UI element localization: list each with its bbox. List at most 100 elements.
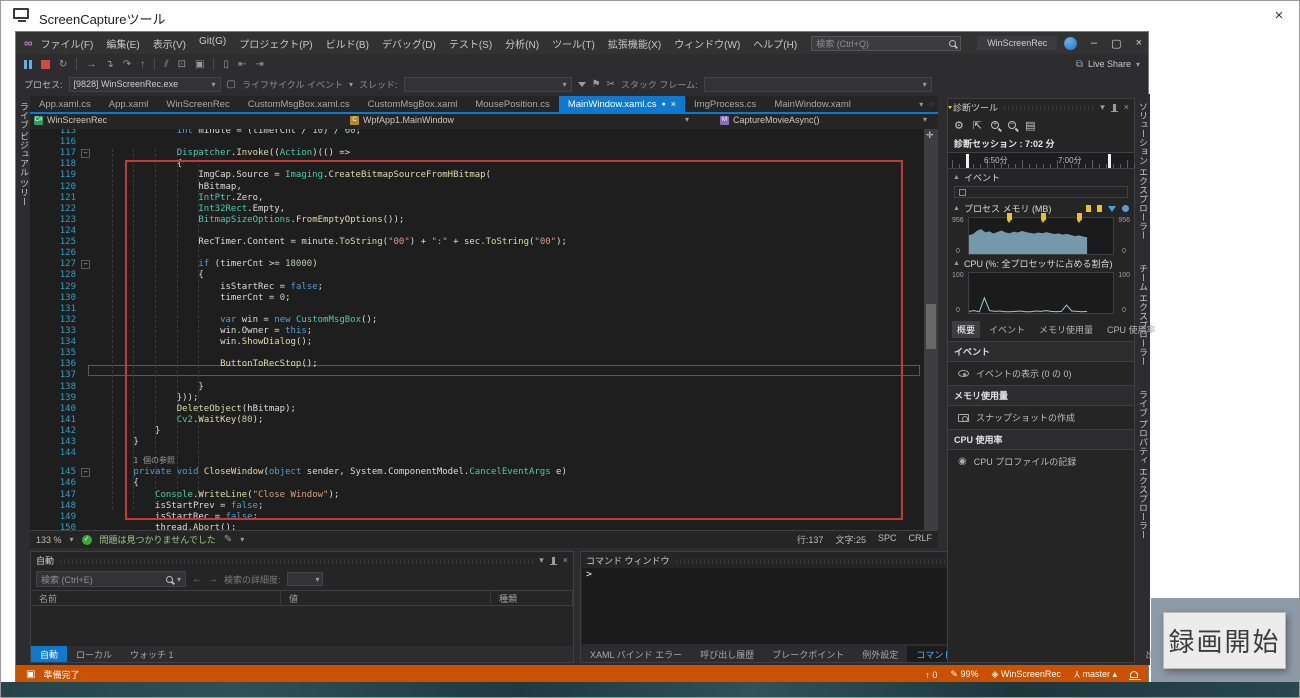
menu-item[interactable]: ビルド(B) — [326, 36, 369, 51]
diagnostics-tab[interactable]: CPU 使用率 — [1102, 321, 1161, 338]
maximize-icon[interactable]: ▢ — [1111, 37, 1121, 50]
autos-body[interactable] — [31, 606, 573, 648]
section-action-row[interactable]: ◉CPU プロファイルの記録 — [948, 449, 1134, 473]
autos-tab[interactable]: 自動 — [31, 646, 67, 662]
gear-icon[interactable]: ⚙ — [954, 119, 964, 132]
timeline-handle[interactable] — [966, 154, 969, 168]
column-header[interactable]: 名前 — [31, 591, 281, 605]
panel-close-icon[interactable]: × — [1124, 102, 1129, 112]
hot-reload-icon[interactable]: ⫽ — [164, 59, 168, 70]
editor-tab[interactable]: WinScreenRec — [157, 96, 238, 112]
diagnostics-tab[interactable]: 概要 — [952, 321, 980, 338]
pin-icon[interactable] — [1113, 104, 1116, 111]
editor-tab[interactable]: App.xaml.cs — [30, 96, 100, 112]
zoom-out-icon[interactable]: − — [1008, 121, 1016, 129]
search-depth-dropdown[interactable]: ▾ — [287, 572, 323, 586]
chevron-down-icon[interactable]: ▾ — [685, 115, 689, 124]
cpu-section-label[interactable]: ▲CPU (%: 全プロセッサに占める割合) — [948, 255, 1134, 272]
edit-percent[interactable]: ✎ 99% — [950, 669, 978, 680]
autos-tab[interactable]: ウォッチ 1 — [121, 646, 183, 662]
column-header[interactable]: 種類 — [491, 591, 573, 605]
column-header[interactable]: 値 — [281, 591, 491, 605]
menu-item[interactable]: デバッグ(D) — [382, 36, 436, 51]
chevron-down-icon[interactable]: ▾ — [240, 535, 244, 544]
editor-tab[interactable]: MainWindow.xaml.cs●× — [559, 96, 685, 112]
pencil-icon[interactable]: ✎ — [224, 534, 232, 545]
live-share-label[interactable]: Live Share — [1088, 59, 1131, 69]
editor-tab[interactable]: MainWindow.xaml — [765, 96, 860, 112]
chevron-down-icon[interactable]: ▾ — [70, 535, 74, 544]
autos-tab[interactable]: ローカル — [67, 646, 121, 662]
continue-icon[interactable]: → — [86, 59, 96, 70]
tab-overflow-chevron-icon[interactable]: ▾ — [919, 100, 923, 109]
flag-icon[interactable]: ⚑ — [592, 79, 601, 90]
menu-item[interactable]: ツール(T) — [552, 36, 595, 51]
process-dropdown[interactable]: [9828] WinScreenRec.exe ▾ — [69, 77, 221, 92]
repo-name[interactable]: ◈ WinScreenRec — [991, 669, 1060, 680]
step-out-icon[interactable]: ↑ — [140, 59, 145, 70]
bookmark-icon[interactable]: ▯ — [223, 59, 229, 70]
navigate-forward-icon[interactable]: ⇥ — [255, 59, 263, 70]
record-start-button[interactable]: 録画開始 — [1163, 612, 1286, 669]
menu-item[interactable]: 拡張機能(X) — [608, 36, 661, 51]
stack-frame-dropdown[interactable]: ▾ — [704, 77, 932, 92]
show-external-code-icon[interactable]: ✂ — [607, 79, 615, 90]
sidebar-item-solution-explorer[interactable]: ソリューション エクスプローラー — [1137, 102, 1150, 240]
pause-icon[interactable] — [24, 60, 32, 69]
stop-icon[interactable] — [41, 60, 50, 69]
filter-icon[interactable] — [578, 82, 586, 87]
editor-tab[interactable]: CustomMsgBox.xaml — [359, 96, 467, 112]
tab-options-icon[interactable]: ◌ — [929, 100, 934, 109]
restart-icon[interactable]: ↻ — [59, 59, 67, 70]
timeline-handle[interactable] — [1108, 154, 1111, 168]
fold-collapse-icon[interactable]: − — [81, 468, 90, 477]
command-tab[interactable]: XAML バインド エラー — [581, 646, 691, 662]
step-over-icon[interactable]: ↷ — [123, 59, 131, 70]
chevron-down-icon[interactable]: ▾ — [539, 555, 544, 566]
menu-item[interactable]: ヘルプ(H) — [753, 36, 797, 51]
menu-item[interactable]: ファイル(F) — [41, 36, 94, 51]
lifecycle-icon[interactable]: ▢ — [227, 79, 236, 90]
split-editor-icon[interactable]: ✛ — [926, 130, 934, 141]
timeline-ruler[interactable]: 6:50分7:00分 — [948, 152, 1134, 169]
chevron-down-icon[interactable]: ▾ — [1100, 102, 1105, 113]
bell-icon[interactable] — [1130, 671, 1138, 678]
diagnostics-tab[interactable]: メモリ使用量 — [1034, 321, 1098, 338]
events-section-label[interactable]: ▲イベント — [948, 169, 1134, 186]
sidebar-item-team-explorer[interactable]: チーム エクスプローラー — [1137, 264, 1150, 366]
command-tab[interactable]: ブレークポイント — [763, 646, 853, 662]
scrollbar-thumb[interactable] — [926, 304, 936, 349]
editor-zoom-level[interactable]: 133 % — [36, 535, 62, 545]
breadcrumb-project[interactable]: C# WinScreenRec — [34, 115, 107, 125]
code-editor[interactable]: 115int minute = (timerCnt / 10) / 60;116… — [30, 129, 924, 530]
pin-icon[interactable] — [552, 557, 555, 564]
fold-collapse-icon[interactable]: − — [81, 260, 90, 269]
save-icon[interactable]: ▣ — [195, 59, 204, 70]
zoom-in-icon[interactable]: + — [991, 121, 999, 129]
section-action-row[interactable]: スナップショットの作成 — [948, 405, 1134, 429]
search-next-icon[interactable]: → — [208, 574, 218, 585]
push-count[interactable]: ↑ 0 — [925, 670, 937, 680]
chevron-down-icon[interactable]: ▾ — [1136, 60, 1140, 69]
editor-tab[interactable]: ImgProcess.cs — [685, 96, 765, 112]
diagnostics-tab[interactable]: イベント — [984, 321, 1030, 338]
menu-item[interactable]: ウィンドウ(W) — [674, 36, 740, 51]
minimize-icon[interactable]: – — [1091, 37, 1097, 49]
fold-collapse-icon[interactable]: − — [81, 149, 90, 158]
user-avatar[interactable] — [1064, 37, 1077, 50]
export-report-icon[interactable]: ⇱ — [973, 119, 982, 132]
branch-selector[interactable]: Y master ▴ — [1074, 669, 1117, 680]
quick-search-box[interactable]: 検索 (Ctrl+Q) — [811, 36, 961, 51]
menu-item[interactable]: テスト(S) — [449, 36, 492, 51]
autos-search-input[interactable]: 検索 (Ctrl+E) ▾ — [36, 571, 186, 587]
section-action-row[interactable]: イベントの表示 (0 の 0) — [948, 361, 1134, 385]
command-tab[interactable]: 呼び出し履歴 — [691, 646, 763, 662]
command-tab[interactable]: 例外設定 — [853, 646, 907, 662]
step-into-icon[interactable]: ↴ — [105, 59, 113, 70]
reset-view-icon[interactable]: ▤ — [1025, 119, 1035, 132]
thread-dropdown[interactable]: ▾ — [404, 77, 572, 92]
breadcrumb-class[interactable]: C WpfApp1.MainWindow — [350, 115, 454, 125]
chevron-down-icon[interactable]: ▾ — [923, 115, 927, 124]
menu-item[interactable]: 分析(N) — [505, 36, 539, 51]
panel-close-icon[interactable]: × — [563, 555, 568, 565]
